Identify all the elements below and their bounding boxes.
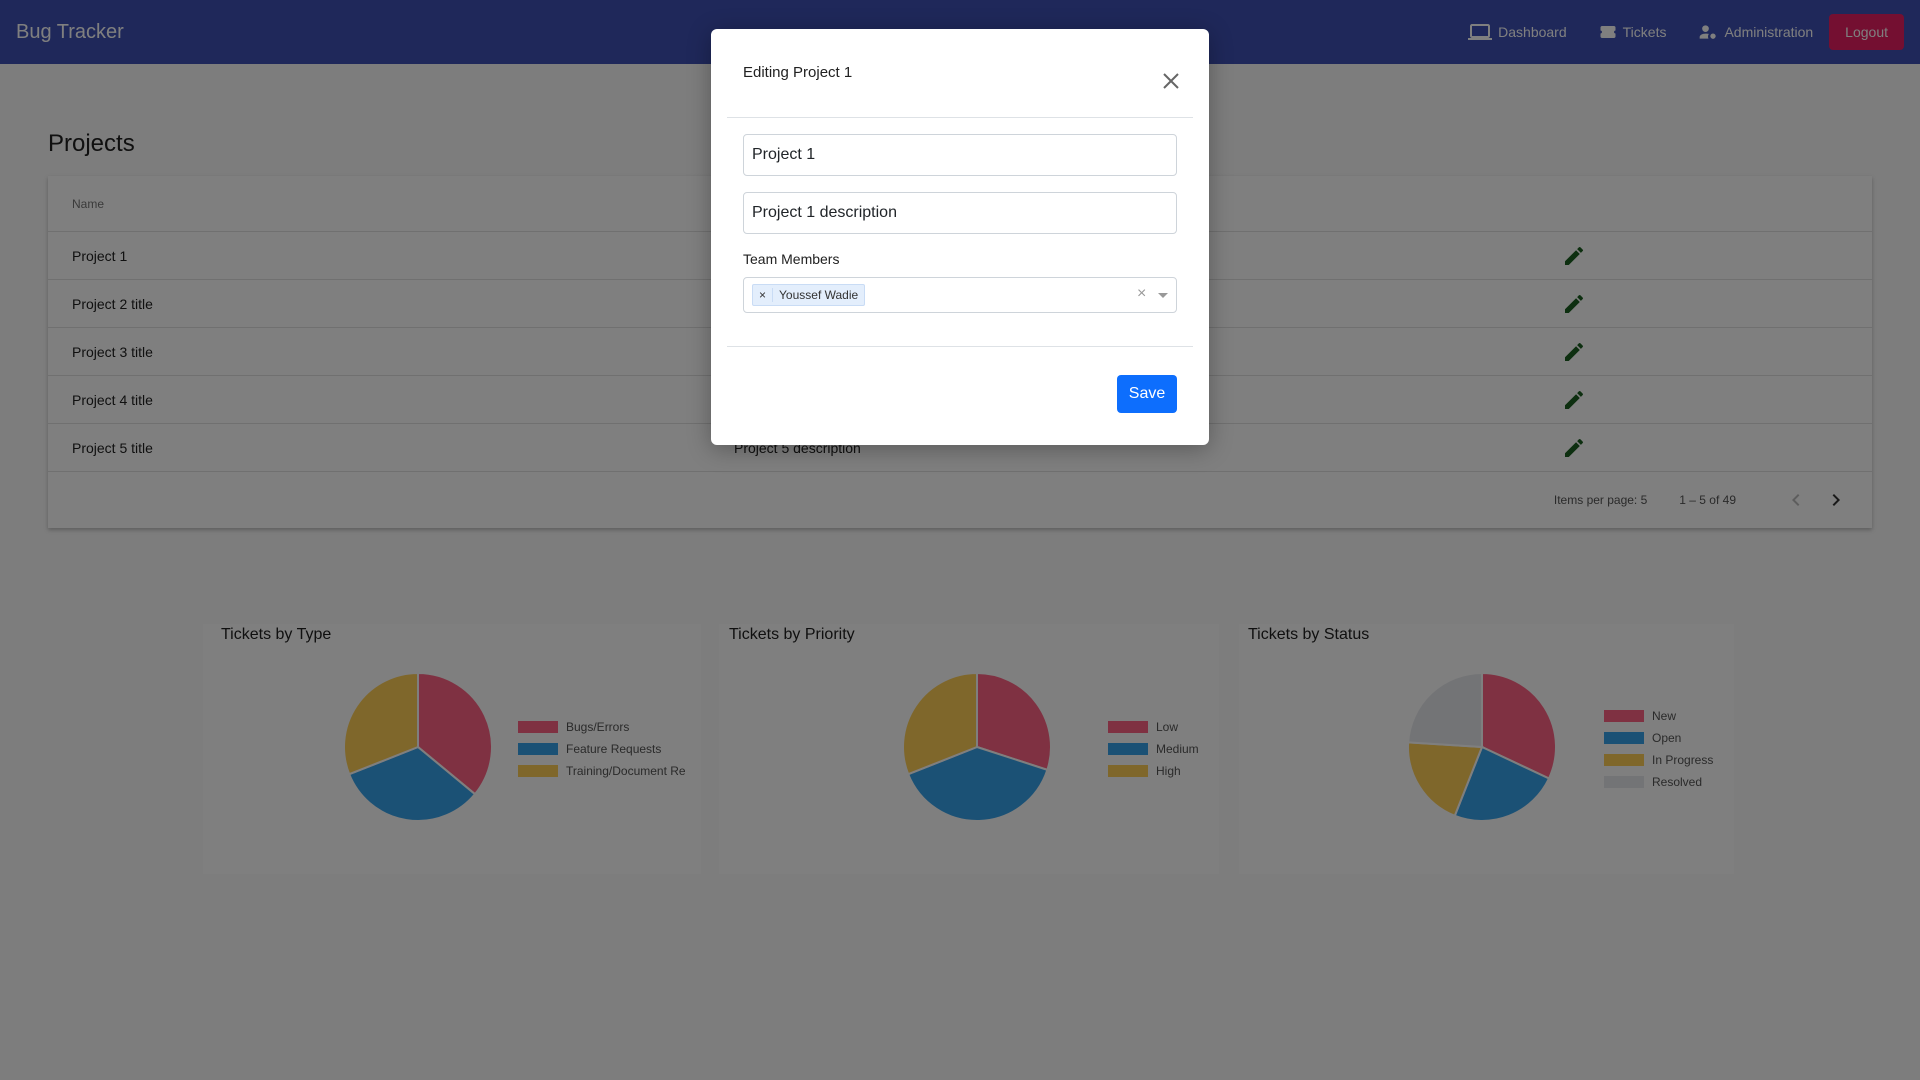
- dialog-title: Editing Project 1: [743, 64, 853, 81]
- team-member-name: Youssef Wadie: [779, 288, 859, 302]
- dialog-divider: [727, 117, 1193, 118]
- project-name-field[interactable]: [743, 134, 1177, 176]
- close-icon[interactable]: [1159, 69, 1183, 93]
- save-button[interactable]: Save: [1117, 375, 1177, 413]
- clear-selection-icon[interactable]: ×: [1137, 285, 1146, 303]
- remove-chip-icon[interactable]: ×: [753, 288, 774, 302]
- dropdown-caret-icon[interactable]: [1158, 293, 1168, 298]
- project-description-field[interactable]: [743, 192, 1177, 234]
- edit-project-dialog: Editing Project 1 Team Members × Youssef…: [711, 29, 1209, 445]
- team-member-chip: × Youssef Wadie: [752, 284, 866, 306]
- team-members-select[interactable]: × Youssef Wadie ×: [743, 277, 1177, 313]
- dialog-divider: [727, 346, 1193, 347]
- team-members-label: Team Members: [743, 251, 840, 267]
